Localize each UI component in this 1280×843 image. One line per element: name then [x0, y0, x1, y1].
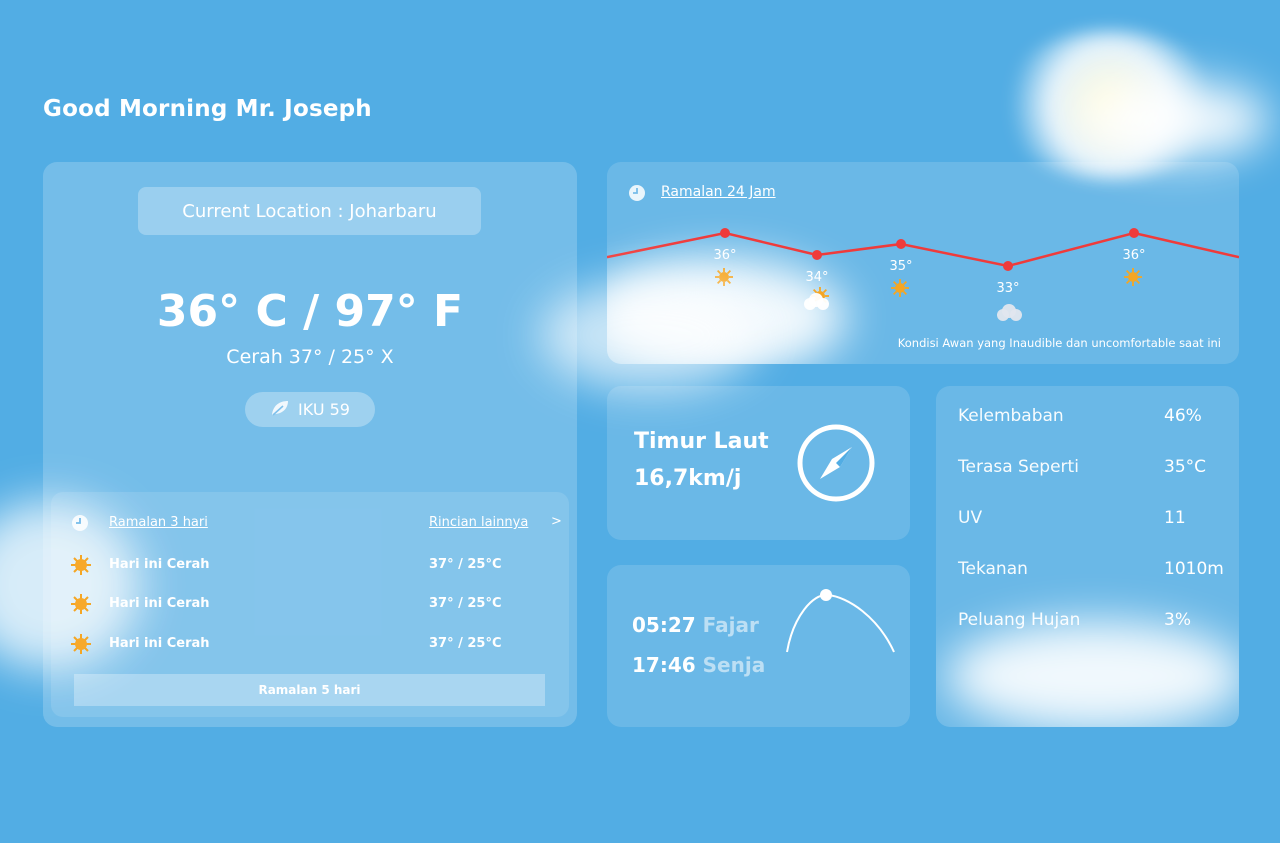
temperature-point-label: 35° — [889, 259, 912, 274]
detail-label: Kelembaban — [958, 406, 1064, 426]
detail-value: 35°C — [1164, 457, 1207, 477]
detail-label: Tekanan — [958, 559, 1028, 579]
current-weather-card: Current Location : Joharbaru 36° C / 97°… — [43, 162, 577, 727]
temperature-point — [720, 228, 730, 238]
weather-details-card: Kelembaban 46% Terasa Seperti 35°C UV 11… — [936, 386, 1239, 727]
background-cloud — [946, 621, 1239, 727]
forecast-5day-button[interactable]: Ramalan 5 hari — [74, 674, 545, 706]
forecast-row: Hari ini Cerah 37° / 25°C — [69, 593, 559, 615]
sun-icon — [70, 633, 92, 659]
temperature-point-label: 36° — [713, 248, 736, 263]
forecast-row-label: Hari ini Cerah — [109, 636, 210, 651]
chevron-right-icon[interactable]: > — [551, 514, 562, 529]
detail-value: 11 — [1164, 508, 1186, 528]
forecast-row-temp: 37° / 25°C — [429, 636, 502, 651]
sun-icon — [1124, 268, 1142, 286]
cloud-icon — [997, 304, 1022, 321]
sun-icon — [70, 593, 92, 619]
sun-icon — [715, 268, 733, 286]
forecast-row-temp: 37° / 25°C — [429, 557, 502, 572]
current-temperature: 36° C / 97° F — [156, 286, 464, 337]
sun-icon — [70, 554, 92, 580]
current-location[interactable]: Current Location : Joharbaru — [138, 187, 481, 235]
compass-icon — [795, 422, 877, 508]
temperature-point-label: 36° — [1122, 248, 1145, 263]
sun-times-card: 05:27 Fajar 17:46 Senja — [607, 565, 910, 727]
sunset-label: Senja — [702, 653, 766, 677]
leaf-icon — [270, 399, 290, 421]
detail-value: 46% — [1164, 406, 1202, 426]
aqi-label: IKU 59 — [298, 400, 350, 419]
forecast-row: Hari ini Cerah 37° / 25°C — [69, 633, 559, 655]
detail-value: 3% — [1164, 610, 1191, 630]
sunrise-time: 05:27 — [632, 613, 696, 637]
partly-cloudy-icon — [804, 287, 829, 310]
temperature-point — [896, 239, 906, 249]
sunrise-label: Fajar — [702, 613, 759, 637]
forecast-3day-panel: Ramalan 3 hari Rincian lainnya > Hari in… — [51, 492, 569, 717]
detail-value: 1010m — [1164, 559, 1224, 579]
temperature-point — [1003, 261, 1013, 271]
clock-icon — [71, 514, 89, 536]
current-condition: Cerah 37° / 25° X — [226, 346, 394, 368]
sun-icon — [891, 279, 909, 297]
temperature-point — [812, 250, 822, 260]
forecast-row-label: Hari ini Cerah — [109, 596, 210, 611]
temperature-point-label: 34° — [805, 270, 828, 285]
sunset-row: 17:46 Senja — [632, 653, 765, 677]
background-cloud — [540, 280, 760, 390]
detail-label: Peluang Hujan — [958, 610, 1081, 630]
wind-speed: 16,7km/j — [634, 466, 742, 491]
detail-label: UV — [958, 508, 983, 528]
sunset-time: 17:46 — [632, 653, 696, 677]
wind-direction: Timur Laut — [634, 429, 769, 454]
forecast-row-label: Hari ini Cerah — [109, 557, 210, 572]
greeting-title: Good Morning Mr. Joseph — [43, 96, 372, 122]
temperature-point-label: 33° — [996, 281, 1019, 296]
forecast-3day-title[interactable]: Ramalan 3 hari — [109, 515, 208, 530]
aqi-badge[interactable]: IKU 59 — [245, 392, 375, 427]
wind-card: Timur Laut 16,7km/j — [607, 386, 910, 540]
forecast-note: Kondisi Awan yang Inaudible dan uncomfor… — [897, 336, 1221, 350]
sunrise-row: 05:27 Fajar — [632, 613, 759, 637]
forecast-row: Hari ini Cerah 37° / 25°C — [69, 554, 559, 576]
sun-path-icon — [783, 587, 899, 661]
forecast-row-temp: 37° / 25°C — [429, 596, 502, 611]
detail-label: Terasa Seperti — [958, 457, 1079, 477]
temperature-point — [1129, 228, 1139, 238]
background-cloud — [1080, 80, 1270, 160]
more-details-link[interactable]: Rincian lainnya — [429, 515, 528, 530]
